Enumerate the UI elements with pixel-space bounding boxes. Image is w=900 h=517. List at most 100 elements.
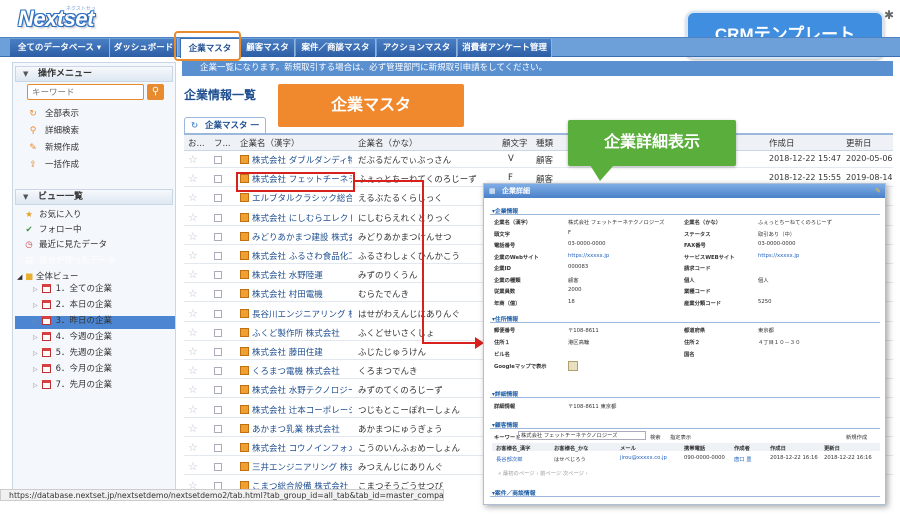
- customer-pager[interactable]: « 最初のページ ‹ 前ページ 次ページ ›: [498, 469, 588, 477]
- star-icon[interactable]: ☆: [188, 191, 198, 204]
- view-favorites[interactable]: ★ お気に入り: [23, 209, 81, 222]
- follow-checkbox[interactable]: [214, 252, 222, 260]
- view-following[interactable]: ✔ フォロー中: [23, 224, 81, 237]
- customer-col-header[interactable]: お客様名_かな: [554, 444, 588, 452]
- search-button[interactable]: ⚲: [147, 84, 164, 100]
- company-name-link[interactable]: ふくど製作所 株式会社: [240, 327, 352, 339]
- follow-checkbox[interactable]: [214, 309, 222, 318]
- menu-detailed-search[interactable]: ⚲ 詳細検索: [27, 124, 79, 138]
- customer-clear-button[interactable]: 指定表示: [670, 433, 691, 441]
- company-name-link[interactable]: 株式会社 コウノインフォメー: [240, 442, 352, 454]
- company-name-link[interactable]: エルブタルクラシック総合開発: [240, 192, 352, 204]
- company-name-link[interactable]: 株式会社 ダブルダンディ物産: [240, 154, 352, 166]
- follow-checkbox[interactable]: [214, 348, 222, 356]
- follow-checkbox[interactable]: [214, 367, 222, 376]
- company-name-link[interactable]: あかまつ乳業 株式会社: [240, 423, 352, 435]
- follow-checkbox[interactable]: [214, 444, 222, 452]
- col-initial[interactable]: 顧文字: [502, 137, 528, 149]
- folder-item-1[interactable]: ▷ 1．全ての企業: [33, 283, 112, 296]
- tab-consumer-survey[interactable]: 消費者アンケート管理: [458, 39, 552, 57]
- company-field-value[interactable]: https://xxxxx.jp: [568, 253, 609, 259]
- pencil-icon[interactable]: ✎: [875, 184, 881, 198]
- star-icon[interactable]: ☆: [188, 153, 198, 166]
- edit-icon[interactable]: [240, 327, 249, 337]
- view-my-data[interactable]: ▤ 自分が作ったデータ: [23, 255, 116, 268]
- gear-icon[interactable]: ✱: [884, 8, 894, 22]
- star-icon[interactable]: ☆: [188, 326, 198, 339]
- follow-checkbox[interactable]: [214, 175, 222, 184]
- company-name-link[interactable]: くろまつ電機 株式会社: [240, 365, 352, 377]
- customer-col-header[interactable]: お客様名_漢字: [496, 444, 530, 452]
- follow-checkbox[interactable]: [214, 213, 222, 222]
- follow-checkbox[interactable]: [214, 405, 222, 414]
- follow-checkbox[interactable]: [214, 271, 222, 280]
- col-company-name[interactable]: 企業名（漢字）: [240, 137, 300, 149]
- tab-customer-master[interactable]: 顧客マスタ: [241, 39, 295, 57]
- star-icon[interactable]: ☆: [188, 441, 198, 454]
- star-icon[interactable]: ☆: [188, 403, 198, 416]
- customer-keyword-input[interactable]: 株式会社 フェットチーネテクノロジーズ: [518, 431, 646, 440]
- folder-item-6[interactable]: ▷ 6．今月の企業: [33, 363, 112, 376]
- customer-col-header[interactable]: メール: [620, 444, 636, 452]
- edit-icon[interactable]: [240, 385, 249, 395]
- edit-icon[interactable]: [240, 462, 249, 472]
- company-name-link[interactable]: 株式会社 辻本コーポレーショ: [240, 404, 352, 416]
- folder-item-4[interactable]: ▷ 4．今週の企業: [33, 331, 112, 344]
- customer-col-header[interactable]: 作成日: [770, 444, 786, 452]
- edit-icon[interactable]: [240, 423, 249, 433]
- company-name-link[interactable]: 長谷川エンジニアリング 株式: [240, 308, 352, 320]
- operation-menu-header[interactable]: ▼ 操作メニュー: [15, 66, 173, 82]
- tab-deal-master[interactable]: 案件／商談マスタ: [296, 39, 376, 57]
- company-name-link[interactable]: 株式会社 村田電機: [240, 288, 352, 300]
- star-icon[interactable]: ☆: [188, 211, 198, 224]
- view-list-header[interactable]: ▼ ビュー一覧: [15, 189, 173, 205]
- folder-item-3[interactable]: ▷ 3．昨日の企業: [33, 315, 112, 328]
- company-name-link[interactable]: 株式会社 にしむらエレクトロ: [240, 212, 352, 224]
- tab-dashboard[interactable]: ダッシュボード: [110, 39, 178, 57]
- company-name-link[interactable]: 株式会社 水野テクノロジーズ: [240, 384, 352, 396]
- table-row[interactable]: ☆ 株式会社 ダブルダンディ物産だぶるだんでぃぶっさん V 顧客 2018-12-22 …: [184, 152, 893, 168]
- star-icon[interactable]: ☆: [188, 364, 198, 377]
- map-icon[interactable]: [568, 361, 578, 371]
- follow-checkbox[interactable]: [214, 232, 222, 241]
- tab-all-databases[interactable]: 全てのデータベース ▾: [10, 39, 110, 57]
- customer-col-header[interactable]: 更新日: [824, 444, 840, 452]
- col-favorite[interactable]: お...: [188, 137, 205, 149]
- edit-icon[interactable]: [240, 251, 249, 260]
- follow-checkbox[interactable]: [214, 156, 222, 164]
- col-updated[interactable]: 更新日: [846, 137, 872, 149]
- edit-icon[interactable]: [240, 270, 249, 280]
- customer-search-button[interactable]: 検索: [650, 433, 661, 441]
- company-name-link[interactable]: 株式会社 藤田住建: [240, 346, 352, 358]
- company-field-value[interactable]: https://xxxxx.jp: [758, 253, 799, 259]
- follow-checkbox[interactable]: [214, 290, 222, 299]
- company-name-link[interactable]: みどりあかまつ建設 株式会社: [240, 231, 352, 243]
- col-follow[interactable]: フ...: [214, 137, 231, 149]
- nextset-logo[interactable]: Nextset ネクストセット: [8, 4, 98, 34]
- star-icon[interactable]: ☆: [188, 307, 198, 320]
- star-icon[interactable]: ☆: [188, 383, 198, 396]
- customer-cell[interactable]: jirou@xxxxx.co.jp: [620, 455, 667, 461]
- customer-new-button[interactable]: 新規作成: [846, 433, 867, 441]
- menu-bulk-create[interactable]: ⇪ 一括作成: [27, 158, 79, 172]
- keyword-search-input[interactable]: [27, 84, 144, 100]
- star-icon[interactable]: ☆: [188, 268, 198, 281]
- company-name-link[interactable]: 三井エンジニアリング 株式会: [240, 461, 352, 473]
- view-recent[interactable]: ◷ 最近に見たデータ: [23, 239, 107, 252]
- company-name-link[interactable]: 株式会社 水野陸運: [240, 269, 352, 281]
- star-icon[interactable]: ☆: [188, 287, 198, 300]
- edit-icon[interactable]: [240, 231, 249, 241]
- edit-icon[interactable]: [240, 347, 249, 356]
- star-icon[interactable]: ☆: [188, 422, 198, 435]
- customer-cell[interactable]: 長谷部次郎: [496, 455, 523, 463]
- follow-checkbox[interactable]: [214, 386, 222, 395]
- edit-icon[interactable]: [240, 308, 249, 318]
- follow-checkbox[interactable]: [214, 328, 222, 337]
- follow-checkbox[interactable]: [214, 194, 222, 203]
- edit-icon[interactable]: [240, 366, 249, 376]
- tab-company-list[interactable]: ↻ 企業マスタ 一覧: [184, 117, 266, 147]
- customer-col-header[interactable]: 作成者: [734, 444, 750, 452]
- edit-icon[interactable]: [240, 193, 249, 203]
- edit-icon[interactable]: [240, 404, 249, 414]
- star-icon[interactable]: ☆: [188, 249, 198, 262]
